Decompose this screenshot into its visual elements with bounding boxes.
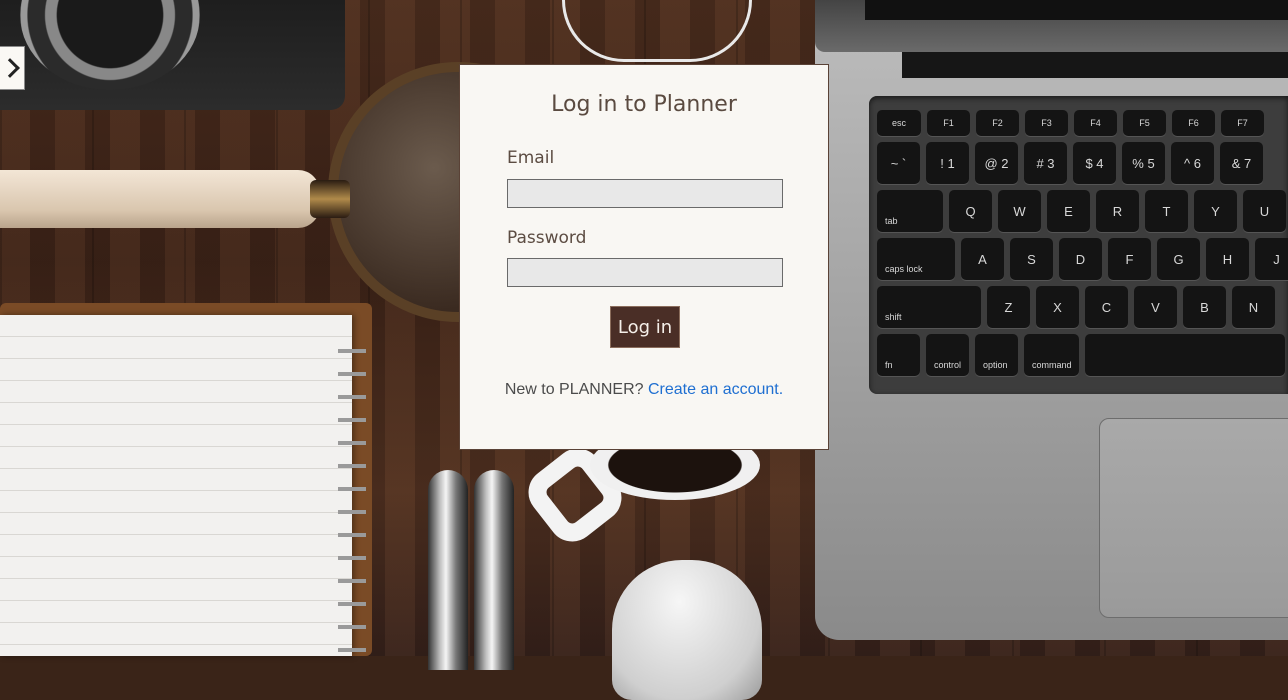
magnifier-handle-image — [0, 170, 350, 228]
keyboard-key: H — [1206, 238, 1249, 280]
chevron-right-icon — [0, 58, 20, 78]
notebook-image — [0, 315, 366, 656]
keyboard-key: command — [1024, 334, 1079, 376]
keyboard-key: F3 — [1025, 110, 1068, 136]
keyboard-key: ! 1 — [926, 142, 969, 184]
keyboard-spacebar — [1085, 334, 1285, 376]
notebook-spiral — [338, 335, 366, 655]
keyboard-key: F5 — [1123, 110, 1166, 136]
signup-prompt: New to PLANNER? Create an account. — [460, 381, 828, 399]
keyboard-qwerty-row: tab Q W E R T Y U — [877, 190, 1286, 232]
keyboard-key: B — [1183, 286, 1226, 328]
laptop-screen — [865, 0, 1288, 20]
keyboard-key: ~ ` — [877, 142, 920, 184]
keyboard-key: X — [1036, 286, 1079, 328]
login-title: Log in to Planner — [551, 92, 737, 117]
laptop-image: esc F1 F2 F3 F4 F5 F6 F7 ~ ` ! 1 @ 2 # 3… — [815, 0, 1288, 640]
keyboard-key: R — [1096, 190, 1139, 232]
keyboard-fn-row: esc F1 F2 F3 F4 F5 F6 F7 — [877, 110, 1264, 136]
keyboard-key: Q — [949, 190, 992, 232]
sidebar-toggle-button[interactable] — [0, 46, 25, 90]
pen-image — [474, 470, 514, 670]
keyboard-key: option — [975, 334, 1018, 376]
keyboard-key: A — [961, 238, 1004, 280]
keyboard-key: @ 2 — [975, 142, 1018, 184]
keyboard-key: F4 — [1074, 110, 1117, 136]
keyboard-shift-row: shift Z X C V B N — [877, 286, 1275, 328]
keyboard-key: esc — [877, 110, 921, 136]
keyboard-key: G — [1157, 238, 1200, 280]
create-account-link[interactable]: Create an account. — [648, 381, 783, 398]
keyboard-key: E — [1047, 190, 1090, 232]
keyboard-key: W — [998, 190, 1041, 232]
laptop-keyboard: esc F1 F2 F3 F4 F5 F6 F7 ~ ` ! 1 @ 2 # 3… — [869, 96, 1288, 394]
keyboard-key: V — [1134, 286, 1177, 328]
keyboard-key: caps lock — [877, 238, 955, 280]
keyboard-key: % 5 — [1122, 142, 1165, 184]
email-field[interactable] — [507, 179, 783, 208]
magnifier-ring — [310, 180, 350, 218]
keyboard-key: F — [1108, 238, 1151, 280]
keyboard-key: & 7 — [1220, 142, 1263, 184]
login-card: Log in to Planner Email Password Log in … — [459, 64, 829, 450]
keyboard-key: U — [1243, 190, 1286, 232]
keyboard-key: J — [1255, 238, 1288, 280]
camera-lens — [20, 0, 200, 90]
keyboard-key: fn — [877, 334, 920, 376]
signup-prompt-text: New to PLANNER? — [504, 381, 644, 398]
keyboard-key: ^ 6 — [1171, 142, 1214, 184]
password-label: Password — [507, 228, 587, 248]
keyboard-key: F2 — [976, 110, 1019, 136]
keyboard-key: $ 4 — [1073, 142, 1116, 184]
pen-image — [428, 470, 468, 670]
keyboard-key: Y — [1194, 190, 1237, 232]
login-button[interactable]: Log in — [610, 306, 680, 348]
keyboard-key: tab — [877, 190, 943, 232]
keyboard-key: C — [1085, 286, 1128, 328]
keyboard-home-row: caps lock A S D F G H J — [877, 238, 1288, 280]
keyboard-key: S — [1010, 238, 1053, 280]
keyboard-key: F7 — [1221, 110, 1264, 136]
earbuds-image — [562, 0, 752, 62]
mouse-image — [612, 560, 762, 700]
keyboard-key: F1 — [927, 110, 970, 136]
keyboard-number-row: ~ ` ! 1 @ 2 # 3 $ 4 % 5 ^ 6 & 7 — [877, 142, 1263, 184]
laptop-trackpad — [1099, 418, 1288, 618]
password-field[interactable] — [507, 258, 783, 287]
keyboard-key: shift — [877, 286, 981, 328]
email-label: Email — [507, 148, 555, 168]
keyboard-key: control — [926, 334, 969, 376]
keyboard-key: F6 — [1172, 110, 1215, 136]
keyboard-key: D — [1059, 238, 1102, 280]
camera-image — [0, 0, 345, 110]
keyboard-key: T — [1145, 190, 1188, 232]
keyboard-key: N — [1232, 286, 1275, 328]
keyboard-key: Z — [987, 286, 1030, 328]
keyboard-bottom-row: fn control option command — [877, 334, 1285, 376]
keyboard-key: # 3 — [1024, 142, 1067, 184]
laptop-hinge — [902, 52, 1288, 78]
